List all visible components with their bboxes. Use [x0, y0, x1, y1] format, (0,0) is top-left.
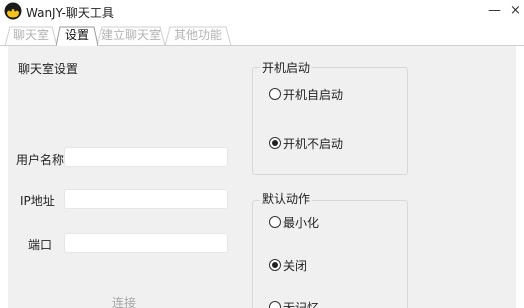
tab-settings[interactable]: 设置: [56, 26, 98, 46]
settings-panel: 聊天室设置 用户名称 IP地址 端口 连接 开机启动 开机自启动 开机不启动 默…: [8, 46, 516, 308]
tab-chatroom-label: 聊天室: [12, 28, 49, 42]
tab-other-functions-label: 其他功能: [173, 28, 222, 42]
tab-chatroom[interactable]: 聊天室: [4, 26, 58, 46]
chatroom-settings-title: 聊天室设置: [18, 62, 79, 76]
tab-settings-label: 设置: [64, 28, 89, 42]
radio-no-memory[interactable]: 无记忆: [269, 299, 319, 308]
radio-no-memory-label: 无记忆: [283, 300, 320, 308]
username-input[interactable]: [64, 147, 228, 167]
radio-auto-start-button: [269, 88, 281, 100]
window-title: WanJY-聊天工具: [26, 6, 114, 20]
minimize-button[interactable]: —: [488, 2, 501, 20]
tab-create-chatroom[interactable]: 建立聊天室: [96, 26, 166, 46]
radio-minimize-button: [269, 216, 281, 228]
startup-group: [252, 67, 408, 175]
radio-close[interactable]: 关闭: [269, 257, 307, 273]
default-action-group-title: 默认动作: [260, 190, 313, 207]
radio-auto-start[interactable]: 开机自启动: [269, 86, 343, 102]
ip-address-label: IP地址: [20, 194, 55, 208]
port-label: 端口: [28, 238, 53, 252]
username-label: 用户名称: [16, 153, 65, 167]
tab-other-functions[interactable]: 其他功能: [164, 26, 232, 46]
radio-minimize[interactable]: 最小化: [269, 214, 319, 230]
close-button[interactable]: ×: [510, 2, 521, 20]
app-logo-icon: [4, 2, 22, 20]
radio-minimize-label: 最小化: [283, 215, 320, 230]
port-input[interactable]: [64, 233, 228, 253]
radio-auto-start-label: 开机自启动: [283, 87, 344, 102]
radio-no-auto-start[interactable]: 开机不启动: [269, 135, 343, 151]
connect-button[interactable]: 连接: [112, 294, 136, 308]
radio-close-button: [269, 259, 281, 271]
tab-create-chatroom-label: 建立聊天室: [100, 28, 161, 42]
title-bar: WanJY-聊天工具 — ×: [0, 0, 524, 24]
ip-address-input[interactable]: [64, 189, 228, 209]
radio-no-auto-start-label: 开机不启动: [283, 136, 344, 151]
radio-no-auto-start-button: [269, 137, 281, 149]
radio-no-memory-button: [269, 301, 281, 308]
startup-group-title: 开机启动: [260, 59, 313, 76]
radio-close-label: 关闭: [283, 258, 308, 273]
